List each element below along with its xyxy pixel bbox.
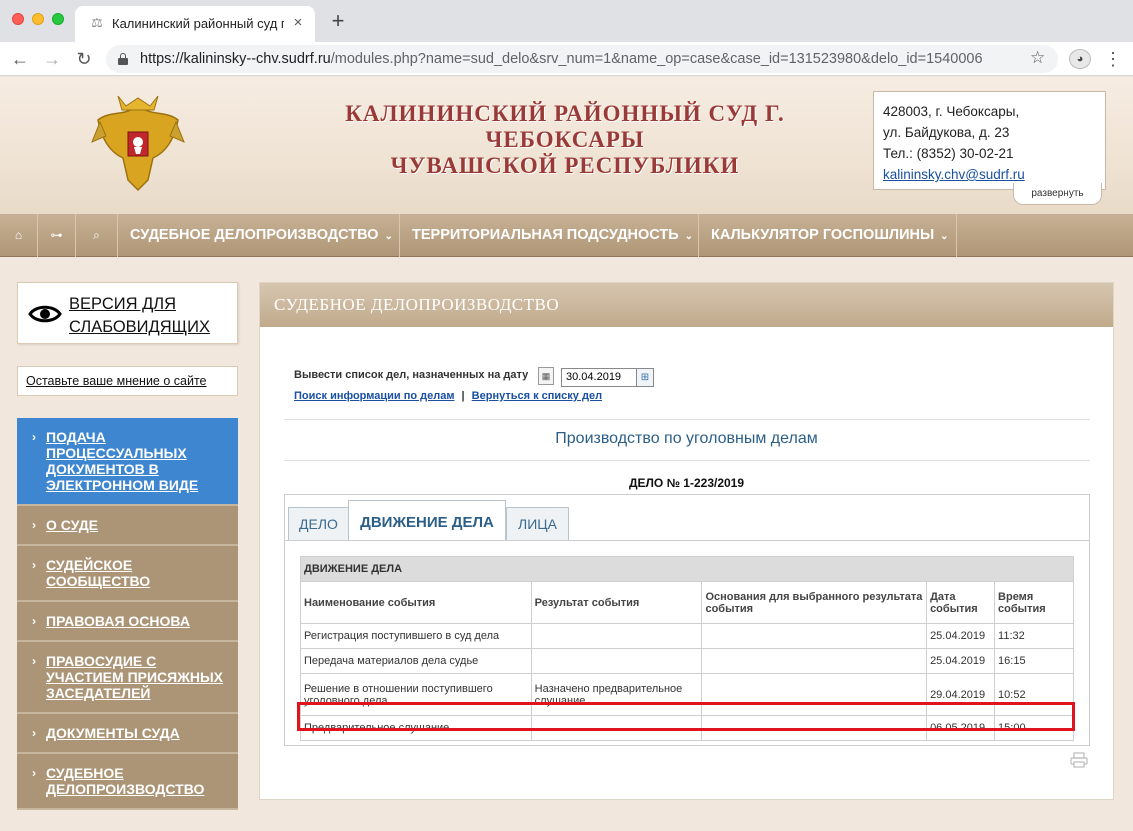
divider xyxy=(284,419,1090,420)
forward-arrow-icon[interactable]: → xyxy=(40,47,64,71)
chevron-down-icon: ⌄ xyxy=(684,231,694,242)
url-text: https://kalininsky--chv.sudrf.ru/modules… xyxy=(140,51,983,67)
calendar-icon[interactable]: ▦ xyxy=(538,367,554,385)
feedback-link[interactable]: Оставьте ваше мнение о сайте xyxy=(17,366,238,396)
reload-icon[interactable]: ↻ xyxy=(72,47,96,71)
sidebar-item-jury-justice[interactable]: › ПРАВОСУДИЕ С УЧАСТИЕМ ПРИСЯЖНЫХ ЗАСЕДАТ… xyxy=(17,642,238,714)
tab-case-movement[interactable]: ДВИЖЕНИЕ ДЕЛА xyxy=(348,500,506,541)
event-name: Передача материалов дела судье xyxy=(300,648,532,674)
print-icon[interactable] xyxy=(1070,752,1088,768)
nav-item-territorial-jurisdiction[interactable]: ТЕРРИТОРИАЛЬНАЯ ПОДСУДНОСТЬ ⌄ xyxy=(400,214,699,257)
highlight-annotation xyxy=(297,702,1075,731)
date-input[interactable]: 30.04.2019 xyxy=(561,368,637,387)
sidebar-item-electronic-filing[interactable]: › ПОДАЧА ПРОЦЕССУАЛЬНЫХ ДОКУМЕНТОВ В ЭЛЕК… xyxy=(17,418,238,506)
event-time: 11:32 xyxy=(994,623,1074,649)
nav-item-court-proceedings[interactable]: СУДЕБНОЕ ДЕЛОПРОИЗВОДСТВО ⌄ xyxy=(118,214,400,257)
sidebar-item-judicial-community[interactable]: › СУДЕЙСКОЕ СООБЩЕСТВО xyxy=(17,546,238,602)
section-title: Производство по уголовным делам xyxy=(555,430,818,447)
accessibility-version-label: ВЕРСИЯ ДЛЯ СЛАБОВИДЯЩИХ xyxy=(69,295,210,336)
case-links: Поиск информации по делам | Вернуться к … xyxy=(294,390,602,402)
browser-toolbar: ← → ↻ https://kalininsky--chv.sudrf.ru/m… xyxy=(0,42,1133,76)
new-tab-button[interactable]: + xyxy=(328,10,348,32)
column-header: Основания для выбранного результата собы… xyxy=(701,581,928,624)
sidebar-item-court-proceedings[interactable]: › СУДЕБНОЕ ДЕЛОПРОИЗВОДСТВО xyxy=(17,754,238,810)
page-title: СУДЕБНОЕ ДЕЛОПРОИЗВОДСТВО xyxy=(260,283,1113,327)
tab-persons[interactable]: ЛИЦА xyxy=(506,507,569,541)
lock-icon xyxy=(118,53,128,65)
tab-case[interactable]: ДЕЛО xyxy=(288,507,349,541)
browser-menu-icon[interactable]: ⋮ xyxy=(1103,47,1123,71)
bookmark-star-icon[interactable]: ☆ xyxy=(1030,48,1045,68)
column-header: Результат события xyxy=(530,581,703,624)
sidebar-menu: › ПОДАЧА ПРОЦЕССУАЛЬНЫХ ДОКУМЕНТОВ В ЭЛЕК… xyxy=(17,418,238,810)
event-date: 25.04.2019 xyxy=(926,648,996,674)
chevron-down-icon: ⌄ xyxy=(940,231,949,242)
main-navigation: ⌂ ⊶ ⌕ СУДЕБНОЕ ДЕЛОПРОИЗВОДСТВО ⌄ ТЕРРИТО… xyxy=(0,214,1133,257)
table-row: Передача материалов дела судье 25.04.201… xyxy=(300,648,1074,674)
maximize-window-button[interactable] xyxy=(52,13,64,25)
nav-item-fee-calculator[interactable]: КАЛЬКУЛЯТОР ГОСПОШЛИНЫ ⌄ xyxy=(699,214,957,257)
sidebar-item-about-court[interactable]: › О СУДЕ xyxy=(17,506,238,546)
site-header: КАЛИНИНСКИЙ РАЙОННЫЙ СУД Г. ЧЕБОКСАРЫ ЧУ… xyxy=(0,77,1133,214)
sitemap-icon[interactable]: ⊶ xyxy=(38,214,76,257)
date-picker-button[interactable]: ⊞ xyxy=(636,368,654,387)
minimize-window-button[interactable] xyxy=(32,13,44,25)
email-link[interactable]: kalininsky.chv@sudrf.ru xyxy=(883,164,1096,185)
eye-icon xyxy=(28,305,62,323)
event-result xyxy=(530,623,703,649)
scales-icon: ⚖ xyxy=(91,15,103,30)
table-caption: ДВИЖЕНИЕ ДЕЛА xyxy=(300,556,1074,582)
sidebar-item-legal-basis[interactable]: › ПРАВОВАЯ ОСНОВА xyxy=(17,602,238,642)
chevron-down-icon: ⌄ xyxy=(384,231,393,242)
browser-tab[interactable]: ⚖ Калининский районный суд г × xyxy=(75,6,315,42)
back-to-list-link[interactable]: Вернуться к списку дел xyxy=(472,390,602,402)
tab-underline xyxy=(285,540,1089,541)
coat-of-arms-icon xyxy=(91,95,185,192)
event-basis xyxy=(701,648,928,674)
date-filter-label: Вывести список дел, назначенных на дату xyxy=(294,369,529,381)
links-separator: | xyxy=(461,390,465,402)
home-icon[interactable]: ⌂ xyxy=(0,214,38,257)
event-time: 16:15 xyxy=(994,648,1074,674)
search-icon[interactable]: ⌕ xyxy=(76,214,118,257)
search-cases-link[interactable]: Поиск информации по делам xyxy=(294,390,454,402)
event-date: 25.04.2019 xyxy=(926,623,996,649)
tab-title: Калининский районный суд г xyxy=(112,16,284,31)
browser-tab-bar: ⚖ Калининский районный суд г × + xyxy=(0,0,1133,42)
court-title: КАЛИНИНСКИЙ РАЙОННЫЙ СУД Г. ЧЕБОКСАРЫ ЧУ… xyxy=(345,101,785,178)
sidebar-item-court-documents[interactable]: › ДОКУМЕНТЫ СУДА xyxy=(17,714,238,754)
column-header: Наименование события xyxy=(300,581,532,624)
accessibility-version-link[interactable]: ВЕРСИЯ ДЛЯ СЛАБОВИДЯЩИХ xyxy=(17,282,238,344)
event-basis xyxy=(701,623,928,649)
address-line-2: ул. Байдукова, д. 23 xyxy=(883,125,1010,140)
phone-number: Тел.: (8352) 30-02-21 xyxy=(883,146,1014,161)
event-name: Регистрация поступившего в суд дела xyxy=(300,623,532,649)
back-arrow-icon[interactable]: ← xyxy=(8,47,32,71)
column-header: Дата события xyxy=(926,581,996,624)
address-line-1: 428003, г. Чебоксары, xyxy=(883,104,1020,119)
table-row: Регистрация поступившего в суд дела 25.0… xyxy=(300,623,1074,649)
column-header: Время события xyxy=(994,581,1074,624)
profile-avatar-icon[interactable]: ◕ xyxy=(1069,49,1091,69)
close-window-button[interactable] xyxy=(12,13,24,25)
close-icon[interactable]: × xyxy=(289,14,307,32)
contact-info-box: 428003, г. Чебоксары, ул. Байдукова, д. … xyxy=(873,91,1106,190)
event-result xyxy=(530,648,703,674)
address-bar[interactable]: https://kalininsky--chv.sudrf.ru/modules… xyxy=(106,45,1058,73)
case-number: ДЕЛО № 1-223/2019 xyxy=(628,476,745,490)
expand-contacts-button[interactable]: развернуть xyxy=(1013,183,1102,205)
divider xyxy=(284,460,1090,461)
